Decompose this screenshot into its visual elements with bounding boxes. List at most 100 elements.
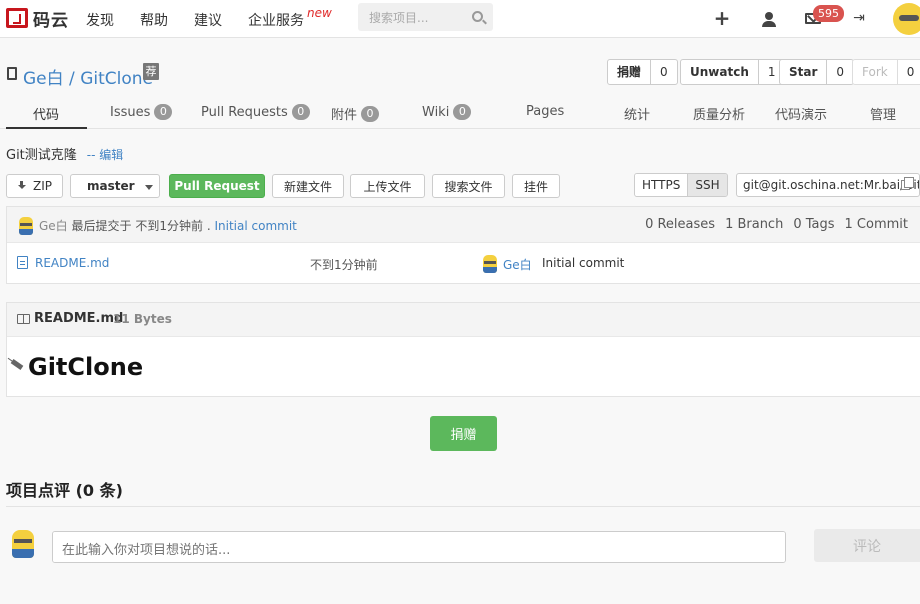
comments-title: 项目点评 (0 条) [6, 481, 123, 500]
fork-label: Fork [853, 60, 898, 84]
repo-stats: 0 Releases 1 Branch 0 Tags 1 Commit [645, 217, 908, 232]
tab-pull-requests-label: Pull Requests [201, 104, 288, 120]
repo-title: Ge白 / GitClone [23, 64, 153, 89]
clone-url-input[interactable]: git@git.oschina.net:Mr.bai/GitClone.git [736, 173, 920, 197]
new-tag: new [307, 6, 332, 20]
table-row: README.md 不到1分钟前 Ge白 Initial commit [7, 243, 920, 283]
unwatch-label: Unwatch [681, 60, 759, 84]
submit-comment-button[interactable]: 评论 [814, 529, 920, 562]
tab-pages[interactable]: Pages [526, 104, 564, 119]
download-zip-button[interactable]: ZIP [6, 174, 63, 198]
description-text: Git测试克隆 [6, 148, 77, 163]
logo[interactable]: 码云 [6, 7, 69, 31]
zip-label: ZIP [33, 179, 52, 193]
new-file-button[interactable]: 新建文件 [272, 174, 344, 198]
tab-attachments[interactable]: 附件 0 [331, 104, 380, 123]
logo-icon [6, 8, 28, 28]
tab-pull-requests-badge: 0 [291, 104, 310, 120]
tab-code-label: 代码 [33, 108, 60, 123]
fork-button[interactable]: Fork 0 [852, 59, 920, 85]
upload-file-button[interactable]: 上传文件 [350, 174, 425, 198]
avatar[interactable] [893, 3, 920, 35]
copy-icon[interactable] [901, 177, 914, 190]
search-placeholder: 搜索项目... [369, 11, 429, 25]
search-input[interactable]: 搜索项目... [358, 3, 493, 31]
https-option[interactable]: HTTPS [635, 174, 688, 196]
avatar[interactable] [483, 255, 497, 273]
readme-box: README.md 11 Bytes GitClone [6, 302, 920, 397]
tab-demo-label: 代码演示 [775, 108, 828, 123]
comment-input[interactable] [52, 531, 786, 563]
file-time: 不到1分钟前 [310, 258, 378, 272]
top-navbar: 码云 发现 帮助 建议 企业服务 new 搜索项目... + 595 ⇥ [0, 0, 920, 38]
active-tab-indicator [6, 127, 87, 129]
repo-icon [7, 67, 17, 80]
tab-pull-requests[interactable]: Pull Requests 0 [201, 104, 310, 120]
commit-author[interactable]: Ge白 [39, 219, 68, 233]
tab-stats[interactable]: 统计 [624, 104, 650, 123]
mount-widget-button[interactable]: 挂件 [512, 174, 560, 198]
pull-request-button[interactable]: Pull Request [169, 174, 265, 198]
nav-link-help[interactable]: 帮助 [140, 10, 168, 30]
recommend-icon: 荐 [143, 63, 159, 80]
branch-select[interactable]: master [70, 174, 160, 198]
tags-link[interactable]: 0 Tags [793, 217, 834, 232]
releases-link[interactable]: 0 Releases [645, 217, 715, 232]
file-list-box: Ge白 最后提交于 不到1分钟前 . Initial commit 0 Rele… [6, 206, 920, 284]
commit-prefix: 最后提交于 [71, 219, 132, 233]
tab-wiki-label: Wiki [422, 104, 450, 120]
ssh-option[interactable]: SSH [687, 174, 727, 196]
repo-owner-link[interactable]: Ge白 [23, 69, 64, 89]
logo-text: 码云 [33, 10, 69, 31]
chevron-down-icon [145, 185, 153, 190]
star-label: Star [780, 60, 828, 84]
logout-icon[interactable]: ⇥ [850, 10, 868, 26]
readme-size: 11 Bytes [113, 312, 172, 326]
nav-link-suggest[interactable]: 建议 [194, 10, 222, 30]
branch-label: master [87, 179, 135, 193]
nav-link-discover[interactable]: 发现 [86, 10, 114, 30]
file-name-link[interactable]: README.md [35, 256, 109, 270]
donate-label: 捐赠 [608, 60, 652, 84]
plus-icon[interactable]: + [713, 6, 731, 30]
tab-issues[interactable]: Issues 0 [110, 104, 173, 120]
donate-button[interactable]: 捐赠 [430, 416, 497, 451]
donate-counter-button[interactable]: 捐赠 0 [607, 59, 678, 85]
tab-manage[interactable]: 管理 [870, 104, 896, 123]
commit-time: 不到1分钟前 [135, 219, 203, 233]
donate-count: 0 [660, 65, 668, 79]
nav-link-enterprise[interactable]: 企业服务 [248, 10, 304, 30]
repo-description: Git测试克隆 -- 编辑 [6, 144, 123, 163]
tab-wiki[interactable]: Wiki 0 [422, 104, 472, 120]
download-icon [17, 181, 27, 191]
avatar [12, 530, 34, 558]
tab-quality[interactable]: 质量分析 [693, 104, 745, 123]
tab-demo[interactable]: 代码演示 [775, 104, 827, 123]
last-commit-info: Ge白 最后提交于 不到1分钟前 . Initial commit [39, 217, 297, 234]
avatar[interactable] [19, 217, 33, 235]
commit-message-link[interactable]: Initial commit [214, 219, 296, 233]
file-icon [17, 256, 28, 269]
tab-issues-badge: 0 [154, 104, 173, 120]
tab-attachments-label: 附件 [331, 108, 358, 123]
commits-link[interactable]: 1 Commit [845, 217, 908, 232]
search-file-button[interactable]: 搜索文件 [432, 174, 505, 198]
branches-link[interactable]: 1 Branch [725, 217, 783, 232]
fork-count: 0 [906, 65, 915, 79]
star-button[interactable]: Star 0 [779, 59, 855, 85]
tab-quality-label: 质量分析 [693, 108, 746, 123]
protocol-toggle: HTTPS SSH [634, 173, 728, 197]
readme-filename[interactable]: README.md [34, 311, 123, 326]
unwatch-button[interactable]: Unwatch 1 [680, 59, 786, 85]
tab-pages-label: Pages [526, 104, 565, 119]
commit-dot: . [206, 219, 211, 233]
tab-attachments-badge: 0 [361, 105, 380, 122]
repo-tabs: 代码 Issues 0 Pull Requests 0 附件 0 Wiki 0 Page… [0, 96, 920, 129]
divider [6, 506, 920, 507]
file-author-link[interactable]: Ge白 [503, 256, 532, 273]
edit-description-link[interactable]: -- 编辑 [87, 148, 123, 162]
repo-title-separator: / [69, 69, 75, 89]
search-icon[interactable] [472, 11, 483, 22]
pin-icon[interactable] [10, 359, 24, 370]
tab-code[interactable]: 代码 [33, 104, 59, 123]
